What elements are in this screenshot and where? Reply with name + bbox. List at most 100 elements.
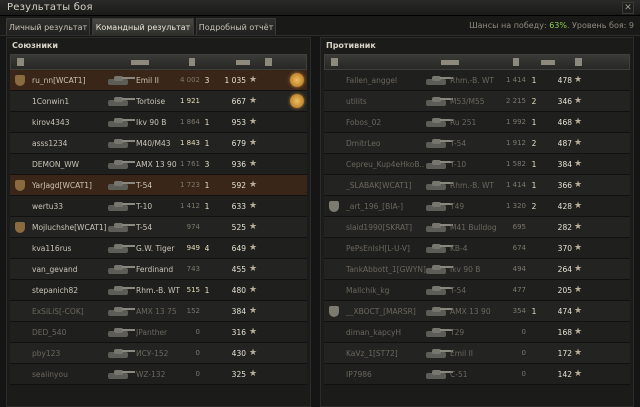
- table-row[interactable]: Fobos_02 Ru 251 1 992 1 468 ★: [324, 112, 630, 133]
- star-icon: ★: [574, 180, 583, 190]
- table-row[interactable]: Mojluchshe[WCAT1] T-54 974 525 ★: [10, 217, 307, 238]
- star-icon: ★: [574, 327, 583, 337]
- star-icon: ★: [574, 222, 583, 232]
- xp-value: 264: [557, 265, 572, 274]
- damage-value: 949: [186, 244, 200, 252]
- star-icon: ★: [249, 348, 258, 358]
- star-icon: ★: [574, 264, 583, 274]
- table-row[interactable]: IP7986 C-51 0 142 ★: [324, 364, 630, 385]
- tank-icon: [106, 136, 136, 150]
- damage-value: 0: [521, 370, 526, 378]
- table-row[interactable]: kirov4343 Ikv 90 B1 864 1 953 ★: [10, 112, 307, 133]
- table-row[interactable]: asss1234 M40/M43 1 843 1 679 ★: [10, 133, 307, 154]
- platoon-column-icon[interactable]: [331, 58, 338, 66]
- table-row[interactable]: van_gevand Ferdinand 743 455 ★: [10, 259, 307, 280]
- tab-detailed-report[interactable]: Подробный отчёт: [196, 18, 276, 35]
- kills-value: 1: [204, 181, 210, 190]
- kills-column-icon[interactable]: [236, 60, 250, 65]
- kills-value: 1: [204, 286, 210, 295]
- xp-value: 384: [231, 307, 246, 316]
- tank-icon: [106, 283, 136, 297]
- damage-value: 2 215: [505, 97, 526, 105]
- tank-column-icon[interactable]: [441, 60, 459, 65]
- damage-column-icon[interactable]: [513, 58, 519, 66]
- tank-icon: [106, 94, 136, 108]
- damage-value: 1 992: [505, 118, 526, 126]
- damage-value: 1 723: [179, 181, 200, 189]
- table-row[interactable]: PePsEnIsH[L-U-V] KB-4 674 370 ★: [324, 238, 630, 259]
- table-row[interactable]: pby123 ИСУ-152 0 430 ★: [10, 343, 307, 364]
- table-row[interactable]: wertu33 T-10 1 412 1 633 ★: [10, 196, 307, 217]
- enemies-title: Противник: [326, 41, 376, 50]
- enemies-list: Fallen_anggel Rhm.-B. WT 1 414 1 478 ★ utilits…: [324, 70, 630, 385]
- xp-value: 346: [557, 97, 572, 106]
- kills-value: 1: [531, 76, 537, 85]
- table-row[interactable]: DmitrLeo T-54 1 912 2 487 ★: [324, 133, 630, 154]
- tab-personal-result[interactable]: Личный результат: [6, 18, 90, 35]
- table-row[interactable]: Fallen_anggel Rhm.-B. WT 1 414 1 478 ★: [324, 70, 630, 91]
- platoon-column-icon[interactable]: [17, 58, 24, 66]
- tank-icon: [106, 115, 136, 129]
- tank-icon: [106, 220, 136, 234]
- allies-panel: Союзники ru_nn[WCAT1] Emil II 4 002 3 1 035 ★…: [6, 37, 311, 407]
- damage-column-icon[interactable]: [189, 58, 195, 66]
- table-row[interactable]: KaVz_1[ST72] Emil II 0 172 ★: [324, 343, 630, 364]
- table-row[interactable]: ExSiLiS[-COK] AMX 13 75 152 384 ★: [10, 301, 307, 322]
- tank-icon: [106, 325, 136, 339]
- table-row[interactable]: _art_196_[BIA-] T49 1 320 2 428 ★: [324, 196, 630, 217]
- star-icon: ★: [574, 369, 583, 379]
- kills-column-icon[interactable]: [541, 60, 555, 65]
- table-row[interactable]: Cepreu_Kup4eHkoB.. T-10 1 582 1 384 ★: [324, 154, 630, 175]
- table-row[interactable]: stepanich82 Rhm.-B. WT 515 1 480 ★: [10, 280, 307, 301]
- damage-value: 354: [512, 307, 526, 315]
- star-icon: ★: [574, 306, 583, 316]
- table-row[interactable]: 1Conwin1 Tortoise 1 921 667 ★: [10, 91, 307, 112]
- star-icon: ★: [249, 75, 258, 85]
- table-row[interactable]: diman_kapcyH T29 0 168 ★: [324, 322, 630, 343]
- table-row[interactable]: utilits M53/M55 2 215 2 346 ★: [324, 91, 630, 112]
- damage-value: 1 912: [505, 139, 526, 147]
- table-row[interactable]: TankAbbott_1[GWYN] Ikv 90 B 494 264 ★: [324, 259, 630, 280]
- table-row[interactable]: YarJagd[WCAT1] T-54 1 723 1 592 ★: [10, 175, 307, 196]
- damage-value: 743: [186, 265, 200, 273]
- xp-value: 633: [231, 202, 246, 211]
- table-row[interactable]: kva116rus G.W. Tiger 949 4 649 ★: [10, 238, 307, 259]
- star-icon: ★: [249, 369, 258, 379]
- table-row[interactable]: DED_540 JPanther 0 316 ★: [10, 322, 307, 343]
- damage-value: 0: [195, 349, 200, 357]
- win-chance-prefix: Шансы на победу:: [469, 21, 550, 30]
- xp-value: 366: [557, 181, 572, 190]
- tab-team-result[interactable]: Командный результат: [92, 18, 194, 35]
- table-row[interactable]: ru_nn[WCAT1] Emil II 4 002 3 1 035 ★: [10, 70, 307, 91]
- platoon-shield-icon: [15, 222, 25, 233]
- star-icon: ★: [249, 201, 258, 211]
- kills-value: 2: [531, 139, 537, 148]
- damage-value: 0: [521, 328, 526, 336]
- table-row[interactable]: sealinyou WZ-132 0 325 ★: [10, 364, 307, 385]
- star-icon: ★: [574, 159, 583, 169]
- medal-icon: [290, 94, 304, 108]
- xp-value: 168: [557, 328, 572, 337]
- star-icon: ★: [249, 138, 258, 148]
- table-row[interactable]: __XBOCT_[MARSR] AMX 13 90 354 1 474 ★: [324, 301, 630, 322]
- xp-column-icon[interactable]: [575, 58, 582, 66]
- xp-value: 142: [557, 370, 572, 379]
- platoon-shield-icon: [329, 201, 339, 212]
- win-chance-text: Шансы на победу: 63%. Уровень боя: 9: [469, 21, 634, 30]
- table-row[interactable]: slaid1990[SKRAT] M41 Bulldog 695 282 ★: [324, 217, 630, 238]
- window-title: Результаты боя: [7, 2, 93, 13]
- medal-icon: [290, 73, 304, 87]
- damage-value: 152: [186, 307, 200, 315]
- close-button[interactable]: ✕: [622, 2, 634, 14]
- table-row[interactable]: Mallchik_kg T-54 477 205 ★: [324, 280, 630, 301]
- xp-column-icon[interactable]: [265, 58, 272, 66]
- tank-column-icon[interactable]: [131, 60, 149, 65]
- tank-icon: [106, 367, 136, 381]
- damage-value: 1 761: [179, 160, 200, 168]
- table-row[interactable]: DEMON_WW AMX 13 90 1 761 3 936 ★: [10, 154, 307, 175]
- star-icon: ★: [574, 138, 583, 148]
- table-row[interactable]: _SLABAK[WCAT1] Rhm.-B. WT 1 414 1 366 ★: [324, 175, 630, 196]
- xp-value: 953: [231, 118, 246, 127]
- damage-value: 4 002: [179, 76, 200, 84]
- star-icon: ★: [249, 222, 258, 232]
